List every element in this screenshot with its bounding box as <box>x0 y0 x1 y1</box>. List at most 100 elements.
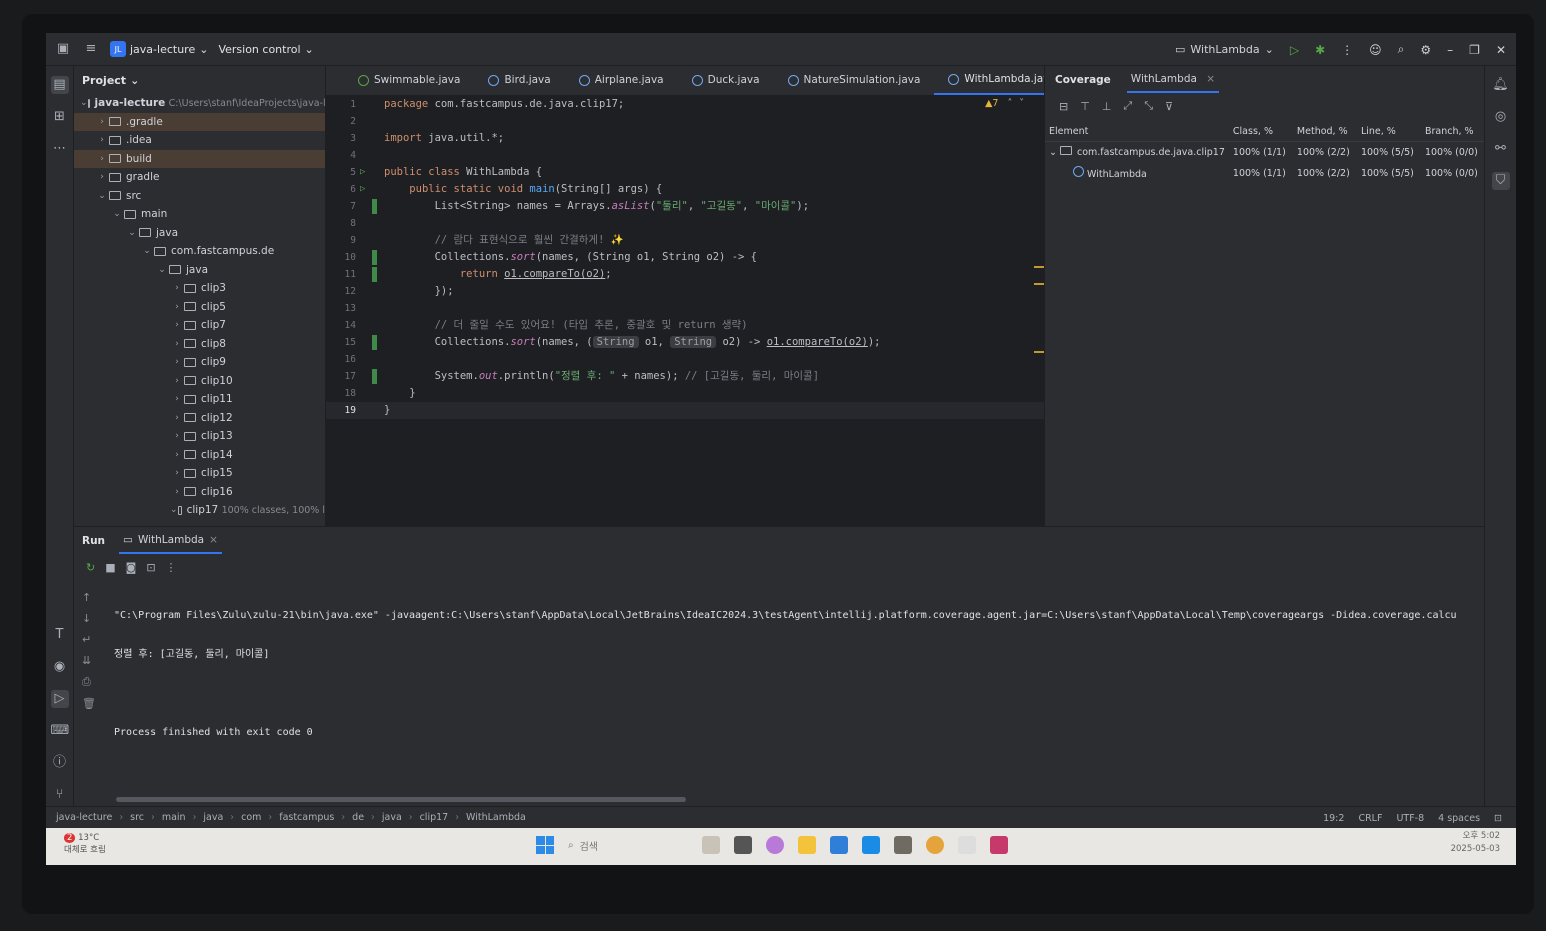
code-line[interactable]: 14 // 더 줄일 수도 있어요! (타입 추론, 중괄호 및 return … <box>326 317 1044 334</box>
tree-item[interactable]: ⌄ clip17 100% classes, 100% l <box>74 501 325 520</box>
editor-tab[interactable]: Duck.java <box>678 65 774 95</box>
filter-icon[interactable]: ⊽ <box>1165 100 1173 113</box>
run-tab-withlambda[interactable]: ▭ WithLambda × <box>119 528 222 554</box>
tree-item[interactable]: › clip10 <box>74 372 325 391</box>
code-line[interactable]: 8 <box>326 215 1044 232</box>
windows-start-icon[interactable] <box>536 836 554 854</box>
tree-item[interactable]: › clip8 <box>74 335 325 354</box>
terminal-tool-icon[interactable]: ⌨ <box>51 722 70 740</box>
minimize-icon[interactable]: – <box>1447 43 1453 57</box>
tree-item[interactable]: ⌄ src <box>74 187 325 206</box>
col-branch[interactable]: Branch, % <box>1420 122 1485 142</box>
outlook-app-icon[interactable] <box>862 836 880 854</box>
code-line[interactable]: 7 List<String> names = Arrays.asList("둘리… <box>326 198 1044 215</box>
vcs-menu[interactable]: Version control ⌄ <box>218 43 313 56</box>
main-menu-icon[interactable]: ≡ <box>82 40 100 58</box>
more-tools-icon[interactable]: ⋯ <box>51 140 69 158</box>
line-separator[interactable]: CRLF <box>1358 813 1382 824</box>
git-tool-icon[interactable]: ⑂ <box>51 786 69 804</box>
editor-tab[interactable]: Airplane.java <box>565 65 678 95</box>
services-tool-icon[interactable]: ◉ <box>51 658 69 676</box>
camera-icon[interactable]: ◙ <box>126 561 137 574</box>
coverage-row-package[interactable]: ⌄ com.fastcampus.de.java.clip17 100% (1/… <box>1045 142 1485 163</box>
code-line[interactable]: 11 return o1.compareTo(o2); <box>326 266 1044 283</box>
code-line[interactable]: 3 import java.util.*; <box>326 130 1044 147</box>
arrow-up-icon[interactable]: ↑ <box>82 591 96 604</box>
code-line[interactable]: 5 ▷ public class WithLambda { <box>326 164 1044 181</box>
editor-tab[interactable]: Swimmable.java <box>344 65 474 95</box>
file-encoding[interactable]: UTF-8 <box>1396 813 1424 824</box>
chrome-app-icon[interactable] <box>926 836 944 854</box>
structure-tool-icon[interactable]: ⊞ <box>51 108 69 126</box>
tree-item[interactable]: › clip7 <box>74 316 325 335</box>
tree-root[interactable]: ⌄ java-lecture C:\Users\stanf\IdeaProjec… <box>74 94 325 113</box>
run-tool-icon[interactable]: ▷ <box>50 690 69 708</box>
copilot-app-icon[interactable] <box>766 836 784 854</box>
tree-item[interactable]: › clip14 <box>74 446 325 465</box>
widgets-app-icon[interactable] <box>702 836 720 854</box>
tree-item[interactable]: › clip9 <box>74 353 325 372</box>
tree-item[interactable]: › clip3 <box>74 279 325 298</box>
search-icon[interactable]: ⌕ <box>1398 42 1405 57</box>
project-panel-header[interactable]: Project ⌄ <box>74 66 325 94</box>
user-icon[interactable]: ☺ <box>1369 43 1382 57</box>
scroll-to-end-icon[interactable]: ⇊ <box>82 654 96 667</box>
tree-item[interactable]: ⌄ com.fastcampus.de <box>74 242 325 261</box>
coverage-tool-icon[interactable]: ⛉ <box>1491 172 1510 190</box>
code-line[interactable]: 2 <box>326 113 1044 130</box>
coverage-row-class[interactable]: WithLambda 100% (1/1) 100% (2/2) 100% (5… <box>1045 162 1485 184</box>
col-element[interactable]: Element <box>1045 122 1229 142</box>
project-switcher[interactable]: JL java-lecture ⌄ <box>110 41 208 57</box>
breadcrumb-item[interactable]: src <box>130 812 144 823</box>
notifications-icon[interactable]: 🔔︎ <box>1492 76 1510 94</box>
task-view-icon[interactable] <box>734 836 752 854</box>
close-icon[interactable]: ✕ <box>1496 43 1506 57</box>
run-gutter-icon[interactable]: ▷ <box>360 181 365 198</box>
code-line[interactable]: 15 Collections.sort(names, (String o1, S… <box>326 334 1044 351</box>
lock-icon[interactable]: ⊡ <box>1494 813 1502 824</box>
code-area[interactable]: 1 package com.fastcampus.de.java.clip17; 2… <box>326 96 1044 526</box>
export-icon[interactable]: ⊡ <box>146 561 155 574</box>
tree-item[interactable]: › clip12 <box>74 409 325 428</box>
chevron-up-icon[interactable]: ˄ <box>1007 98 1012 109</box>
file-explorer-icon[interactable] <box>798 836 816 854</box>
trash-icon[interactable]: 🗑︎ <box>82 697 96 710</box>
run-config-selector[interactable]: ▭ WithLambda ⌄ <box>1175 43 1274 56</box>
tree-item[interactable]: › clip16 <box>74 483 325 502</box>
build-tool-icon[interactable]: T <box>51 626 69 644</box>
system-tray[interactable]: 오후 5:02 2025-05-03 <box>1451 830 1500 856</box>
app-logo-icon[interactable]: ▣ <box>54 40 72 58</box>
ai-assistant-icon[interactable]: ◎ <box>1492 108 1510 126</box>
console-output[interactable]: "C:\Program Files\Zulu\zulu-21\bin\java.… <box>114 585 1484 785</box>
tree-item[interactable]: › clip11 <box>74 390 325 409</box>
horizontal-scrollbar[interactable] <box>116 797 686 802</box>
more-icon[interactable]: ⋮ <box>166 561 177 574</box>
close-icon[interactable]: × <box>209 534 218 546</box>
chevron-down-icon[interactable]: ˅ <box>1019 98 1024 109</box>
settings-icon[interactable]: ⚙ <box>1420 43 1431 57</box>
code-line[interactable]: 6 ▷ public static void main(String[] args… <box>326 181 1044 198</box>
print-icon[interactable]: ⎙ <box>82 675 96 689</box>
run-icon[interactable]: ▷ <box>1290 43 1299 57</box>
intellij-app-icon[interactable] <box>990 836 1008 854</box>
breadcrumb-item[interactable]: de <box>352 812 364 823</box>
code-line[interactable]: 10 Collections.sort(names, (String o1, S… <box>326 249 1044 266</box>
code-line[interactable]: 9 // 람다 표현식으로 훨씬 간결하게! ✨ <box>326 232 1044 249</box>
tree-item[interactable]: › clip5 <box>74 298 325 317</box>
col-class[interactable]: Class, % <box>1228 122 1293 142</box>
col-method[interactable]: Method, % <box>1292 122 1357 142</box>
breadcrumb-item[interactable]: WithLambda <box>466 812 526 823</box>
caret-position[interactable]: 19:2 <box>1323 813 1344 824</box>
navigate-source-icon[interactable]: ⊥ <box>1102 100 1112 113</box>
breadcrumb-item[interactable]: fastcampus <box>279 812 334 823</box>
tree-item[interactable]: ⌄ main <box>74 205 325 224</box>
stop-icon[interactable]: ■ <box>105 561 115 574</box>
debug-icon[interactable]: ✱ <box>1315 43 1325 57</box>
editor-tab[interactable]: NatureSimulation.java <box>774 65 935 95</box>
code-line[interactable]: 1 package com.fastcampus.de.java.clip17; <box>326 96 1044 113</box>
code-line[interactable]: 16 <box>326 351 1044 368</box>
rerun-coverage-icon[interactable]: ⊟ <box>1059 100 1068 113</box>
tree-item[interactable]: › .idea <box>74 131 325 150</box>
more-icon[interactable]: ⋮ <box>1341 43 1353 57</box>
taskbar-search[interactable]: ⌕ 검색 <box>568 834 688 856</box>
